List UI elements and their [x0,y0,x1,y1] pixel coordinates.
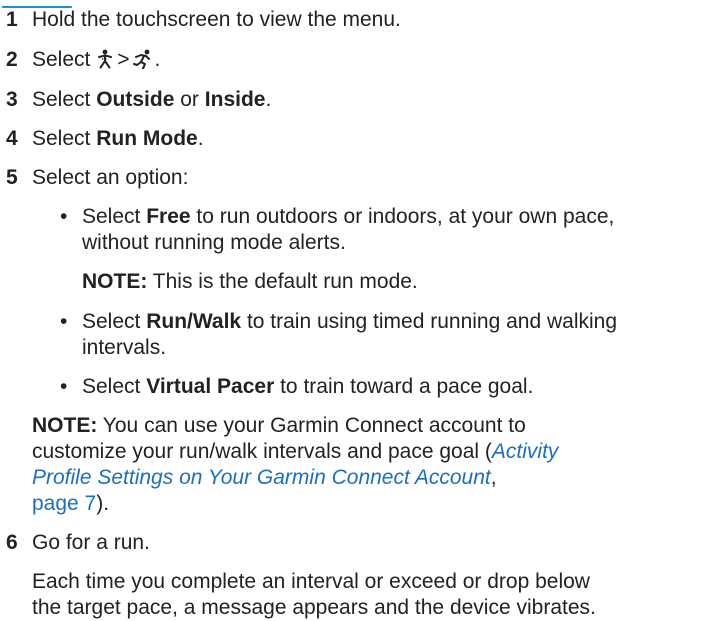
step-number: 1 [6,8,18,31]
step-number: 4 [6,127,18,150]
step-number: 3 [6,88,18,111]
link-activity-profile-settings[interactable]: Activity [492,440,559,463]
run-icon [133,49,151,69]
step-suffix: . [154,48,161,71]
link-activity-profile-settings-cont[interactable]: Profile Settings on Your Garmin Connect … [32,466,491,489]
step-text: Select an option: [32,166,189,189]
bullet: • [60,310,68,333]
step-text: Select [32,48,91,71]
separator: > [117,48,130,71]
bullet: • [60,375,68,398]
step-text: Go for a run. [32,531,150,554]
step-text: Select [32,127,91,150]
option-run-mode: Run Mode [96,127,198,150]
link-page-7[interactable]: page 7 [32,492,96,515]
step-text: Select [32,88,91,111]
step-number: 5 [6,166,18,189]
option-inside: Inside [204,88,266,111]
bullet: • [60,205,68,228]
step-text: Hold the touchscreen to view the menu. [32,8,401,31]
option-outside: Outside [96,88,175,111]
activity-icon [98,49,113,69]
step-number: 2 [6,48,18,71]
step-number: 6 [6,531,18,554]
